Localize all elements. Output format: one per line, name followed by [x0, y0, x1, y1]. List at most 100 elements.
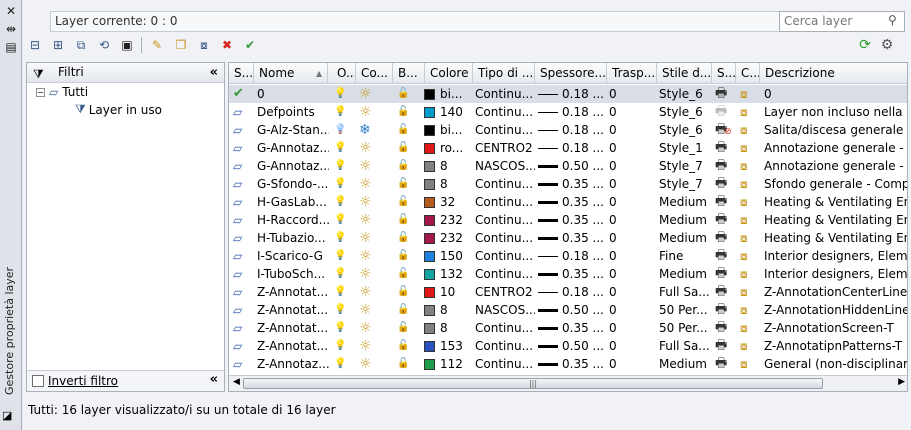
light-bulb-icon[interactable]: 💡: [334, 103, 352, 121]
layer-transparency[interactable]: 0: [609, 247, 655, 265]
search-input[interactable]: Cerca layer ⚲: [779, 11, 905, 32]
sun-icon[interactable]: ☼: [359, 85, 381, 103]
unlock-icon[interactable]: 🔓: [397, 175, 417, 193]
search-icon[interactable]: ⚲: [888, 14, 900, 26]
layer-color[interactable]: 32: [424, 193, 472, 211]
new-vp-freeze-icon[interactable]: ⧇: [740, 301, 762, 319]
unlock-icon[interactable]: 🔓: [397, 103, 417, 121]
layer-plot-style[interactable]: Medium: [659, 229, 713, 247]
layer-plot-style[interactable]: 50 Per...: [659, 319, 713, 337]
unlock-icon[interactable]: 🔓: [397, 193, 417, 211]
layer-plot-style[interactable]: Style_6: [659, 121, 713, 139]
layer-transparency[interactable]: 0: [609, 103, 655, 121]
column-header-plot-style[interactable]: Stile d...: [657, 63, 712, 84]
sun-icon[interactable]: ☼: [359, 355, 381, 373]
new-vp-freeze-icon[interactable]: ⧇: [740, 85, 762, 103]
light-bulb-icon[interactable]: 💡: [334, 157, 352, 175]
sun-icon[interactable]: ☼: [359, 337, 381, 355]
printer-icon[interactable]: 🖶: [715, 319, 737, 337]
layer-description[interactable]: Annotazione generale - Cor: [764, 139, 907, 157]
printer-icon[interactable]: 🖶: [715, 157, 737, 175]
unlock-icon[interactable]: 🔓: [397, 157, 417, 175]
light-bulb-icon[interactable]: 💡: [334, 229, 352, 247]
layer-description[interactable]: Annotazione generale - Cor: [764, 157, 907, 175]
column-header-linetype[interactable]: Tipo di ...: [473, 63, 535, 84]
layer-plot-style[interactable]: Fine: [659, 247, 713, 265]
layer-row[interactable]: ▱ I-TuboSch... 💡 ☼ 🔓 132 Continu... 0.35 ... 0 Me…: [229, 265, 907, 283]
layer-description[interactable]: Heating & Ventilating Engi: [764, 211, 907, 229]
sun-icon[interactable]: ☼: [359, 319, 381, 337]
layer-name[interactable]: H-GasLab...: [257, 193, 329, 211]
sun-icon[interactable]: ☼: [359, 265, 381, 283]
sun-icon[interactable]: ☼: [359, 139, 381, 157]
layer-plot-style[interactable]: Medium: [659, 265, 713, 283]
layer-transparency[interactable]: 0: [609, 265, 655, 283]
layer-name[interactable]: Z-Annotaz...: [257, 355, 329, 373]
layer-plot-style[interactable]: Style_1: [659, 139, 713, 157]
layer-color[interactable]: ro...: [424, 139, 472, 157]
layer-name[interactable]: G-Alz-Stan...: [257, 121, 329, 139]
layer-lineweight[interactable]: 0.18 ...: [538, 103, 606, 121]
sun-icon[interactable]: ☼: [359, 193, 381, 211]
column-header-freeze[interactable]: Co...: [356, 63, 393, 84]
layer-plot-style[interactable]: 50 Per...: [659, 301, 713, 319]
collapse-panel-icon[interactable]: «: [210, 372, 218, 387]
layer-plot-style[interactable]: Medium: [659, 193, 713, 211]
printer-icon[interactable]: 🖶: [715, 139, 737, 157]
sun-icon[interactable]: ☼: [359, 247, 381, 265]
layer-lineweight[interactable]: 0.35 ...: [538, 193, 606, 211]
layer-linetype[interactable]: Continu...: [475, 211, 535, 229]
layer-color[interactable]: bi...: [424, 85, 472, 103]
layer-lineweight[interactable]: 0.35 ...: [538, 355, 606, 373]
new-layer-button[interactable]: ✎: [149, 37, 165, 53]
layer-states-restore-button[interactable]: ⟲: [96, 37, 112, 53]
layer-lineweight[interactable]: 0.50 ...: [538, 301, 606, 319]
layer-color[interactable]: 132: [424, 265, 472, 283]
layer-transparency[interactable]: 0: [609, 337, 655, 355]
layer-linetype[interactable]: NASCOS...: [475, 157, 535, 175]
scrollbar-thumb[interactable]: |||: [243, 378, 823, 389]
unlock-icon[interactable]: 🔓: [397, 283, 417, 301]
new-vp-freeze-icon[interactable]: ⧇: [740, 283, 762, 301]
invert-filter-checkbox[interactable]: [32, 375, 44, 387]
unlock-icon[interactable]: 🔓: [397, 301, 417, 319]
layer-name[interactable]: I-TuboSch...: [257, 265, 329, 283]
layer-transparency[interactable]: 0: [609, 229, 655, 247]
collapse-filters-icon[interactable]: «: [210, 63, 218, 82]
column-header-lock[interactable]: B...: [393, 63, 425, 84]
layer-row[interactable]: ▱ G-Alz-Stan... 💡 ❄ 🔓 bi... Continu... 0.18 ...…: [229, 121, 907, 139]
layer-linetype[interactable]: CENTRO2: [475, 139, 535, 157]
new-vp-freeze-icon[interactable]: ⧇: [740, 337, 762, 355]
layer-description[interactable]: General (non-disciplinary),: [764, 355, 907, 373]
layer-color[interactable]: 232: [424, 229, 472, 247]
autohide-icon[interactable]: ⇹: [4, 22, 18, 36]
layer-transparency[interactable]: 0: [609, 139, 655, 157]
layer-description[interactable]: Heating & Ventilating Engi: [764, 193, 907, 211]
new-vp-freeze-icon[interactable]: ⧇: [740, 139, 762, 157]
layer-row[interactable]: ▱ H-Tubazio... 💡 ☼ 🔓 232 Continu... 0.35 ... 0 Me…: [229, 229, 907, 247]
column-header-color[interactable]: Colore: [425, 63, 473, 84]
layer-name[interactable]: 0: [257, 85, 329, 103]
light-bulb-icon[interactable]: 💡: [334, 175, 352, 193]
sun-icon[interactable]: ☼: [359, 175, 381, 193]
layer-lineweight[interactable]: 0.18 ...: [538, 283, 606, 301]
close-icon[interactable]: ✕: [4, 4, 18, 18]
light-bulb-icon[interactable]: 💡: [334, 211, 352, 229]
refresh-icon[interactable]: ⟳: [857, 37, 873, 53]
settings-icon[interactable]: ⚙: [879, 37, 895, 53]
layer-color[interactable]: 150: [424, 247, 472, 265]
unlock-icon[interactable]: 🔓: [397, 85, 417, 103]
unlock-icon[interactable]: 🔓: [397, 247, 417, 265]
column-header-description[interactable]: Descrizione: [760, 63, 907, 84]
layer-description[interactable]: Heating & Ventilating Engi: [764, 229, 907, 247]
light-bulb-icon[interactable]: 💡: [334, 283, 352, 301]
layer-row[interactable]: ▱ H-GasLab... 💡 ☼ 🔓 32 Continu... 0.35 ... 0 Medi…: [229, 193, 907, 211]
unlock-icon[interactable]: 🔓: [397, 121, 417, 139]
new-vp-freeze-icon[interactable]: ⧇: [740, 247, 762, 265]
layer-lineweight[interactable]: 0.18 ...: [538, 121, 606, 139]
layer-lineweight[interactable]: 0.35 ...: [538, 211, 606, 229]
layer-linetype[interactable]: Continu...: [475, 265, 535, 283]
delete-layer-button[interactable]: ✖: [219, 37, 235, 53]
new-vp-freeze-icon[interactable]: ⧇: [740, 319, 762, 337]
layer-lineweight[interactable]: 0.18 ...: [538, 247, 606, 265]
